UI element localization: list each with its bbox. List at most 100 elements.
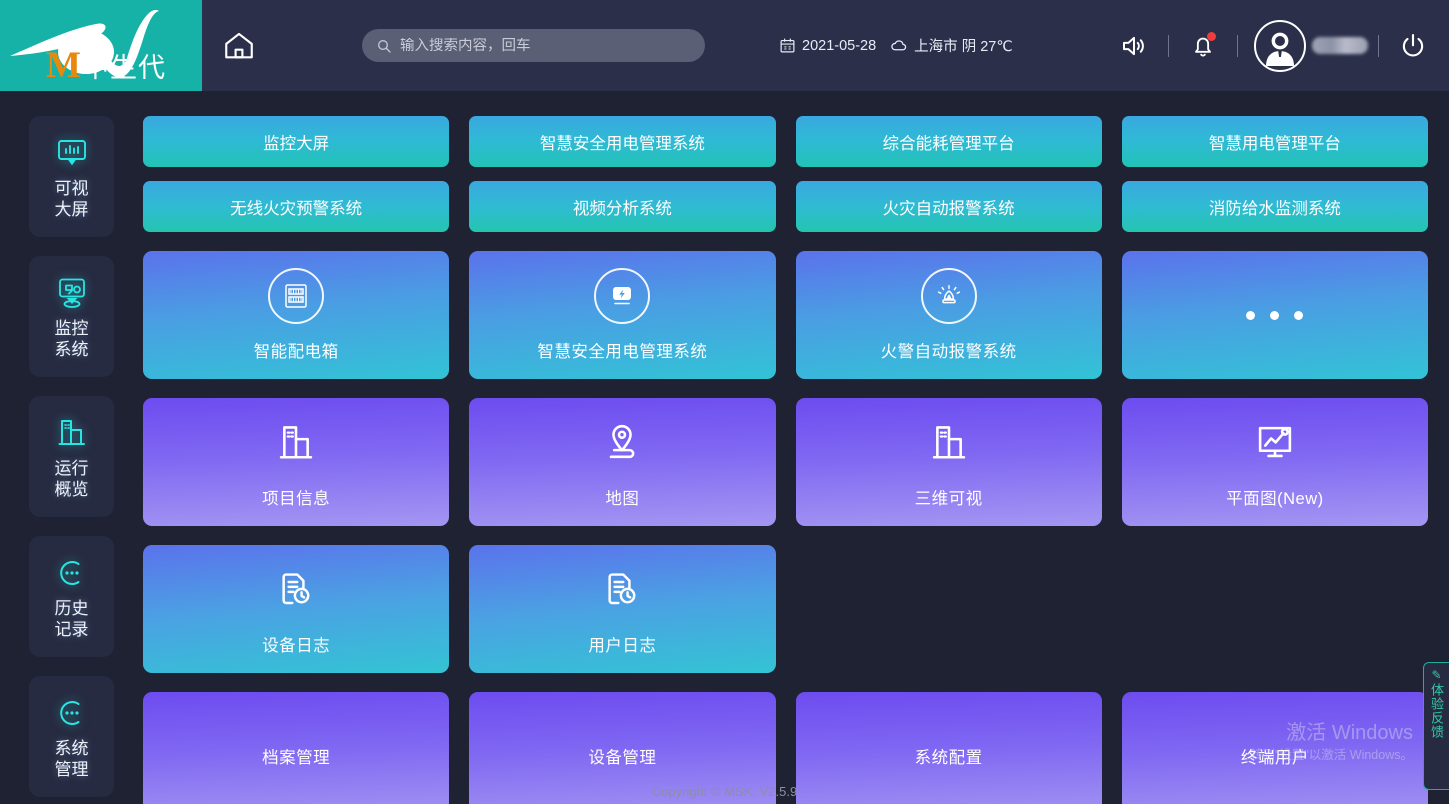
card-label: 智能配电箱 [253, 343, 339, 361]
row-monitor-systems: 智能配电箱 智慧安全用电管理系统 火警自动报警系统 [143, 251, 1428, 379]
sidebar-item-monitor-system[interactable]: 监控 系统 [29, 256, 114, 377]
card-label: 火警自动报警系统 [880, 343, 1017, 361]
card-device-management[interactable]: 设备管理 [469, 692, 776, 804]
visual-screen-group-4: 智慧用电管理平台 消防给水监测系统 [1121, 116, 1428, 232]
tile-monitor-bigscreen[interactable]: 监控大屏 [143, 116, 450, 167]
settings-dots-icon [55, 694, 89, 732]
distribution-box-icon [268, 268, 325, 324]
card-user-log[interactable]: 用户日志 [469, 545, 776, 673]
card-end-user[interactable]: 终端用户 [1121, 692, 1428, 804]
home-icon [225, 32, 253, 58]
card-label: 项目信息 [262, 490, 331, 508]
sidebar-item-operation-overview[interactable]: 运行 概览 [29, 396, 114, 517]
app-body: 可视 大屏 监控 系统 运行 概览 历史 记录 系统 管理 监控大屏 无线火灾预… [0, 91, 1449, 804]
map-pin-icon [600, 415, 644, 471]
buildings-icon [55, 414, 89, 452]
card-map[interactable]: 地图 [469, 398, 776, 526]
app-root: M 中生代 输入搜索内容，回车 2021-05-28 上海市 阴 27℃ 可视 … [0, 0, 1449, 804]
username-redacted [1312, 37, 1368, 54]
grid-spacer-1 [796, 545, 1102, 673]
brand-name: 中生代 [81, 53, 166, 83]
home-button[interactable] [202, 0, 276, 91]
sidebar-item-system-admin[interactable]: 系统 管理 [29, 676, 114, 797]
card-distribution-box[interactable]: 智能配电箱 [143, 251, 450, 379]
tile-smart-power-safety-system[interactable]: 智慧安全用电管理系统 [469, 116, 776, 167]
power-safety-icon [594, 268, 651, 324]
feedback-label: 体验反馈 [1429, 683, 1444, 739]
card-label: 平面图(New) [1226, 490, 1324, 508]
power-button[interactable] [1389, 22, 1437, 70]
content-grid: 监控大屏 无线火灾预警系统 智慧安全用电管理系统 视频分析系统 综合能耗管理平台… [143, 91, 1449, 804]
search-box[interactable] [362, 29, 705, 62]
app-header: M 中生代 输入搜索内容，回车 2021-05-28 上海市 阴 27℃ [0, 0, 1449, 91]
more-dots-icon [1246, 310, 1304, 320]
weather-text: 上海市 阴 27℃ [914, 39, 1013, 55]
header-divider-1 [1168, 34, 1169, 57]
avatar[interactable] [1254, 19, 1306, 72]
monitor-pin-icon [55, 274, 89, 312]
card-label: 设备日志 [262, 637, 331, 655]
floorplan-chart-icon [1253, 415, 1297, 471]
card-label: 系统配置 [914, 749, 983, 767]
row-history-logs: 设备日志 用户日志 [143, 545, 1428, 673]
card-fire-alarm-system[interactable]: 火警自动报警系统 [795, 251, 1102, 379]
card-3d-visual[interactable]: 三维可视 [795, 398, 1102, 526]
card-more-systems[interactable] [1121, 251, 1428, 379]
header-divider-3 [1378, 34, 1379, 57]
pencil-icon: ✎ [1431, 668, 1442, 682]
search-icon [378, 39, 391, 53]
card-system-config[interactable]: 系统配置 [795, 692, 1102, 804]
grid-spacer-2 [1122, 545, 1428, 673]
user-log-icon [601, 562, 643, 618]
tile-smart-power-platform[interactable]: 智慧用电管理平台 [1121, 116, 1428, 167]
header-divider-2 [1237, 34, 1238, 57]
card-label: 三维可视 [914, 490, 983, 508]
tile-video-analysis-system[interactable]: 视频分析系统 [469, 181, 776, 232]
user-avatar-icon [1266, 32, 1294, 66]
cloud-icon [890, 37, 908, 55]
card-label: 档案管理 [262, 749, 331, 767]
brand-logo-text: M 中生代 [36, 47, 166, 91]
history-dots-icon [55, 554, 89, 592]
tile-fire-auto-alarm-system[interactable]: 火灾自动报警系统 [795, 181, 1102, 232]
card-project-info[interactable]: 项目信息 [143, 398, 450, 526]
card-label: 设备管理 [588, 749, 657, 767]
sidebar: 可视 大屏 监控 系统 运行 概览 历史 记录 系统 管理 [0, 91, 143, 804]
tile-energy-management-platform[interactable]: 综合能耗管理平台 [795, 116, 1102, 167]
visual-screen-group-2: 智慧安全用电管理系统 视频分析系统 [469, 116, 776, 232]
visual-screen-group-3: 综合能耗管理平台 火灾自动报警系统 [795, 116, 1102, 232]
brand-logo[interactable]: M 中生代 [0, 0, 202, 91]
date-text: 2021-05-28 [802, 37, 877, 54]
sidebar-item-visual-screen[interactable]: 可视 大屏 [29, 116, 114, 237]
screen-chart-icon [55, 134, 89, 172]
calendar-icon [779, 37, 796, 54]
sidebar-item-history[interactable]: 历史 记录 [29, 536, 114, 657]
card-floorplan[interactable]: 平面图(New) [1121, 398, 1428, 526]
visual-screen-group-1: 监控大屏 无线火灾预警系统 [143, 116, 450, 232]
tile-wireless-fire-warning[interactable]: 无线火灾预警系统 [143, 181, 450, 232]
sidebar-item-label: 可视 大屏 [54, 178, 89, 219]
tile-fire-water-monitor-system[interactable]: 消防给水监测系统 [1121, 181, 1428, 232]
notification-button[interactable] [1179, 22, 1227, 70]
card-power-safety-system[interactable]: 智慧安全用电管理系统 [469, 251, 776, 379]
feedback-tab[interactable]: ✎ 体验反馈 [1423, 662, 1449, 790]
search-container [362, 29, 705, 62]
date-display: 2021-05-28 [779, 37, 876, 54]
sidebar-item-label: 系统 管理 [54, 738, 89, 779]
card-device-log[interactable]: 设备日志 [143, 545, 450, 673]
volume-button[interactable] [1110, 22, 1158, 70]
sidebar-item-label: 监控 系统 [54, 318, 89, 359]
card-archive-management[interactable]: 档案管理 [143, 692, 450, 804]
sidebar-item-label: 历史 记录 [54, 598, 89, 639]
device-log-icon [275, 562, 317, 618]
search-input[interactable] [400, 37, 691, 54]
brand-initial: M [46, 45, 81, 86]
row-system-admin: 档案管理 设备管理 系统配置 终端用户 [143, 692, 1428, 804]
buildings-icon [927, 415, 971, 471]
buildings-icon [274, 415, 318, 471]
header-actions [1110, 0, 1449, 91]
sidebar-item-label: 运行 概览 [54, 458, 89, 499]
header-meta: 2021-05-28 上海市 阴 27℃ [779, 35, 1013, 56]
card-label: 智慧安全用电管理系统 [537, 343, 708, 361]
card-label: 终端用户 [1240, 749, 1309, 767]
